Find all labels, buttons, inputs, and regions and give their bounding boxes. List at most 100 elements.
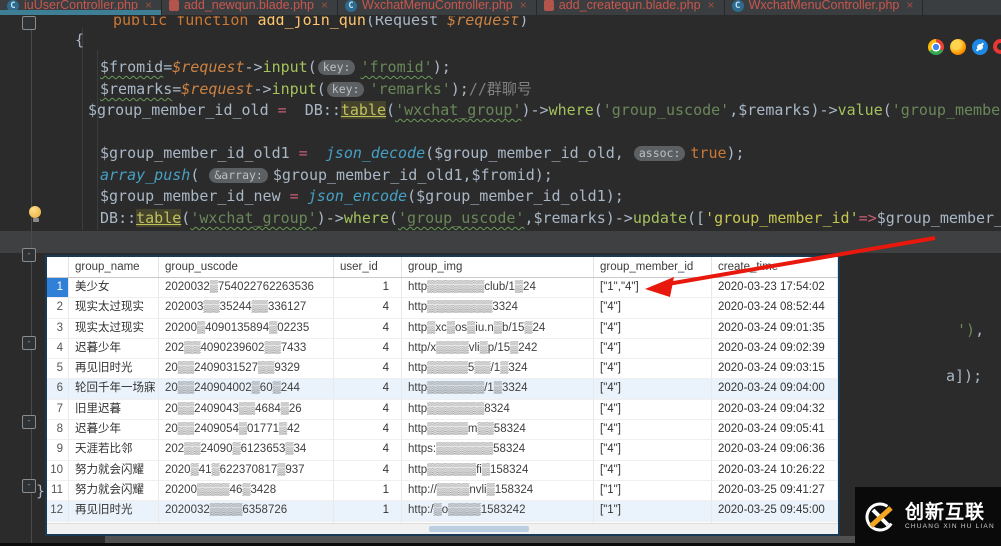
code-token: 'remarks': [369, 80, 451, 98]
cell-group-member-id: ["4"]: [594, 440, 712, 460]
row-number[interactable]: 12: [47, 501, 69, 521]
code-token: 'wxchat_group': [395, 101, 522, 119]
code-token: where: [343, 209, 389, 227]
tab-WxchatMenuController.php[interactable]: C WxchatMenuController.php ×: [338, 0, 537, 15]
close-icon[interactable]: ×: [520, 0, 527, 12]
fold-marker[interactable]: -: [22, 248, 36, 262]
row-number[interactable]: 2: [47, 298, 69, 318]
row-number[interactable]: 5: [47, 359, 69, 379]
cell-group-uscode: 2020▒41▒622370817▒937: [159, 460, 334, 480]
row-number[interactable]: 1: [47, 278, 69, 298]
row-number[interactable]: 8: [47, 420, 69, 440]
tab-iuUserController.php[interactable]: CiuUserController.php ×: [0, 0, 162, 15]
table-row[interactable]: 1 美少女 2020032▒754022762263536 1 http▒▒▒▒▒▒▒c…: [47, 278, 838, 299]
code-token: )->: [810, 101, 838, 119]
cell-group-member-id: ["4"]: [594, 359, 712, 379]
row-number[interactable]: 6: [47, 379, 69, 399]
code-token: ,: [524, 209, 534, 227]
code-token: ,: [729, 101, 739, 119]
column-header[interactable]: group_uscode: [159, 257, 334, 277]
code-token: input: [262, 58, 308, 76]
table-row[interactable]: 3 现实太过现实 20200▒4090135894▒02235 4 http▒xc▒os…: [47, 318, 838, 339]
code-token: $remarks: [533, 209, 606, 227]
row-number[interactable]: 3: [47, 318, 69, 338]
cell-create-time: 2020-03-24 09:03:15: [712, 359, 838, 379]
cell-group-uscode: 20200▒▒▒▒46▒3428: [159, 480, 334, 501]
cell-group-img: https:▒▒▒▒▒▒▒58324: [402, 440, 594, 460]
cell-group-name: 轮回千年一场寐: [69, 379, 159, 399]
tab-add_createqun.blade.php[interactable]: add_createqun.blade.php ×: [537, 0, 725, 15]
scrollbar-thumb[interactable]: [429, 526, 529, 532]
cell-create-time: 2020-03-24 08:52:44: [712, 298, 838, 318]
code-token: DB: [100, 209, 119, 227]
code-token: $group_member_id_old: [434, 144, 615, 162]
cell-group-name: 再见旧时光: [69, 359, 159, 379]
safari-icon[interactable]: [972, 39, 988, 55]
cell-create-time: 2020-03-24 09:02:39: [712, 338, 838, 359]
cell-user-id: 4: [334, 379, 402, 399]
cell-user-id: 4: [334, 440, 402, 460]
column-header[interactable]: group_member_id: [594, 257, 712, 277]
fold-marker[interactable]: -: [22, 479, 36, 493]
code-token: value: [837, 101, 883, 119]
row-number[interactable]: 4: [47, 338, 69, 359]
parameter-hint-badge: key:: [326, 82, 365, 97]
parameter-hint-badge: assoc:: [633, 146, 686, 161]
code-token: $group_member_id_old1: [272, 166, 463, 184]
row-number[interactable]: 7: [47, 399, 69, 420]
code-line: $remarks=$request->input(key: 'remarks');…: [100, 79, 532, 99]
table-row[interactable]: 10 努力就会闪耀 2020▒41▒622370817▒937 4 http▒▒▒▒▒▒…: [47, 460, 838, 481]
table-row[interactable]: 12 再见旧时光 2020032▒▒▒▒6358726 1 http:/▒o▒▒▒▒15…: [47, 501, 838, 522]
table-row[interactable]: 2 现实太过现实 202003▒▒35244▒▒336127 4 http▒▒▒▒▒▒▒…: [47, 298, 838, 319]
firefox-icon[interactable]: [950, 39, 966, 55]
fold-marker[interactable]: -: [22, 415, 36, 429]
table-row[interactable]: 6 轮回千年一场寐 20▒▒240904002▒60▒244 4 http▒▒▒▒▒▒▒…: [47, 379, 838, 400]
code-token: DB: [304, 101, 323, 119]
cell-group-uscode: 20▒▒2409054▒01771▒42: [159, 420, 334, 440]
tab-add_newqun.blade.php[interactable]: add_newqun.blade.php ×: [162, 0, 338, 15]
cell-group-member-id: ["1"]: [594, 501, 712, 521]
cell-group-uscode: 20200▒4090135894▒02235: [159, 318, 334, 338]
code-token: (: [386, 101, 396, 119]
table-row[interactable]: 11 努力就会闪耀 20200▒▒▒▒46▒3428 1 http://▒▒▒▒nvli…: [47, 480, 838, 502]
table-row[interactable]: 5 再见旧时光 20▒▒2409031527▒▒9329 4 http▒▒▒▒▒5▒▒/…: [47, 359, 838, 380]
bulb-base: [32, 218, 39, 222]
column-header[interactable]: group_name: [69, 257, 159, 277]
column-header[interactable]: [47, 257, 69, 277]
table-row[interactable]: 4 迟暮少年 202▒▒4090239602▒▒7433 4 http/x▒▒▒▒vli…: [47, 338, 838, 360]
query-results-grid[interactable]: group_name group_uscode user_id group_img gr…: [45, 255, 840, 536]
close-icon[interactable]: ×: [321, 0, 328, 12]
opera-icon[interactable]: [993, 39, 1001, 54]
horizontal-scrollbar[interactable]: [47, 523, 838, 534]
table-row[interactable]: 9 天涯若比邻 202▒▒24090▒6123653▒34 4 https:▒▒▒▒▒▒…: [47, 440, 838, 461]
code-token: update: [632, 209, 688, 227]
chrome-icon[interactable]: [928, 39, 944, 55]
code-token: ->: [253, 80, 272, 98]
code-token: (: [425, 144, 435, 162]
lightbulb-intention-icon[interactable]: [29, 206, 42, 223]
column-header[interactable]: user_id: [334, 257, 402, 277]
table-row[interactable]: 8 迟暮少年 20▒▒2409054▒01771▒42 4 http▒▒▒▒▒m▒▒58…: [47, 420, 838, 441]
table-row[interactable]: 7 旧里迟暮 20▒▒2409043▒▒4684▒26 4 http▒▒▒▒▒▒▒832…: [47, 399, 838, 421]
column-header[interactable]: create_time: [712, 257, 838, 277]
row-number[interactable]: 9: [47, 440, 69, 460]
code-token: ::: [118, 209, 137, 227]
cell-group-name: 迟暮少年: [69, 420, 159, 440]
code-token: 'group_member_id: [891, 101, 1001, 119]
code-token: $remarks: [100, 80, 173, 98]
row-number[interactable]: 10: [47, 460, 69, 480]
column-header[interactable]: group_img: [402, 257, 594, 277]
fold-marker[interactable]: [22, 16, 36, 30]
close-icon[interactable]: ×: [708, 0, 715, 12]
code-token: ->: [244, 58, 263, 76]
close-icon[interactable]: ×: [906, 0, 913, 12]
row-number[interactable]: 11: [47, 480, 69, 501]
tab-WxchatMenuController.php[interactable]: C WxchatMenuController.php ×: [725, 0, 924, 15]
cell-group-uscode: 202▒▒24090▒6123653▒34: [159, 440, 334, 460]
cell-create-time: 2020-03-24 10:26:22: [712, 460, 838, 480]
fold-marker[interactable]: -: [22, 336, 36, 350]
code-token: =: [280, 187, 308, 205]
code-token: 'group_member_id': [705, 209, 859, 227]
cell-group-name: 现实太过现实: [69, 298, 159, 318]
code-token: );: [450, 80, 469, 98]
